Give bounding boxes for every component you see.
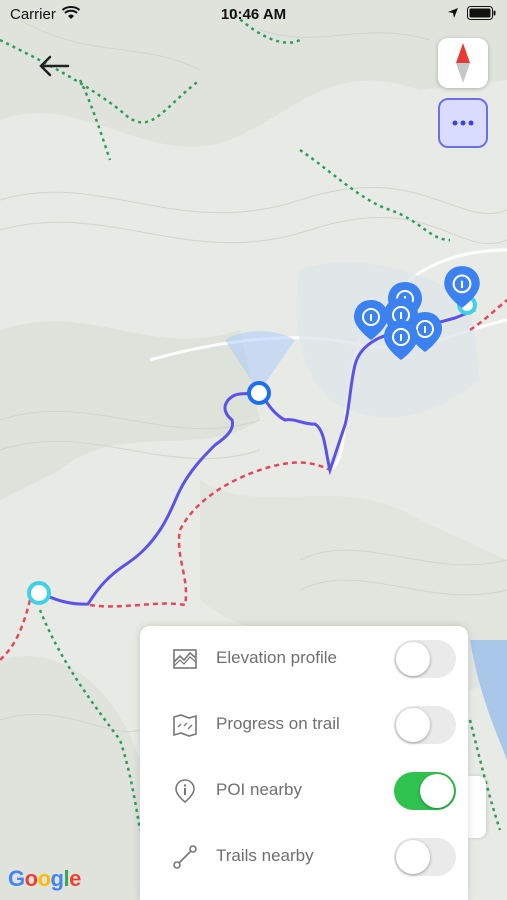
poi-toggle[interactable] [394, 772, 456, 810]
trail-route-icon [173, 845, 197, 869]
panel-side-tab[interactable] [468, 776, 486, 838]
ellipsis-icon [452, 120, 474, 126]
compass-button[interactable] [438, 38, 488, 88]
option-label: Progress on trail [216, 714, 340, 733]
map-progress-icon [173, 714, 197, 737]
toggle-knob [396, 708, 430, 742]
poi-marker[interactable] [442, 264, 482, 310]
poi-pin-icon [175, 779, 195, 804]
progress-toggle[interactable] [394, 706, 456, 744]
option-label: Trails nearby [216, 846, 314, 865]
option-label: POI nearby [216, 780, 302, 799]
status-time: 10:46 AM [220, 6, 287, 23]
more-options-button[interactable] [438, 98, 488, 148]
current-location-marker[interactable] [246, 380, 272, 406]
back-arrow-icon[interactable] [36, 50, 72, 82]
compass-icon [456, 43, 470, 83]
status-bar: Carrier 10:46 AM [0, 0, 507, 30]
location-arrow-icon [448, 8, 458, 18]
toggle-knob [396, 642, 430, 676]
toggle-knob [396, 840, 430, 874]
elevation-icon [173, 649, 197, 669]
option-row-poi[interactable]: POI nearby [140, 758, 468, 824]
elevation-toggle[interactable] [394, 640, 456, 678]
google-attribution: Google [8, 866, 81, 892]
poi-marker[interactable] [382, 318, 420, 362]
option-row-elevation[interactable]: Elevation profile [140, 626, 468, 692]
option-row-progress[interactable]: Progress on trail [140, 692, 468, 758]
status-right-group [447, 6, 497, 20]
route-start-marker[interactable] [26, 580, 52, 606]
battery-icon [467, 6, 496, 20]
map-options-panel: Elevation profile Progress on trail POI … [140, 626, 468, 900]
option-row-trails[interactable]: Trails nearby [140, 824, 468, 890]
google-logo: Google [8, 866, 81, 891]
trails-toggle[interactable] [394, 838, 456, 876]
toggle-knob [420, 774, 454, 808]
option-label: Elevation profile [216, 648, 337, 667]
